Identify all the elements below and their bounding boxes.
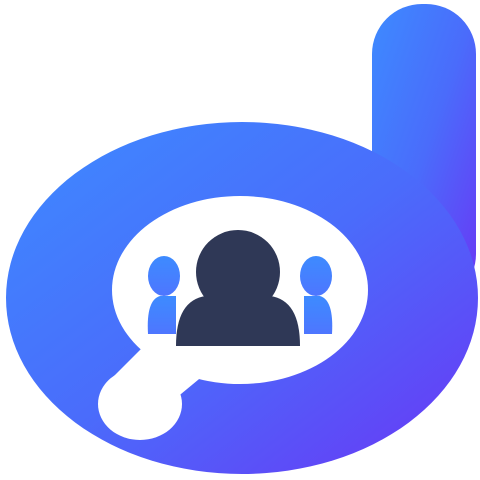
app-logo-icon: [6, 4, 478, 474]
